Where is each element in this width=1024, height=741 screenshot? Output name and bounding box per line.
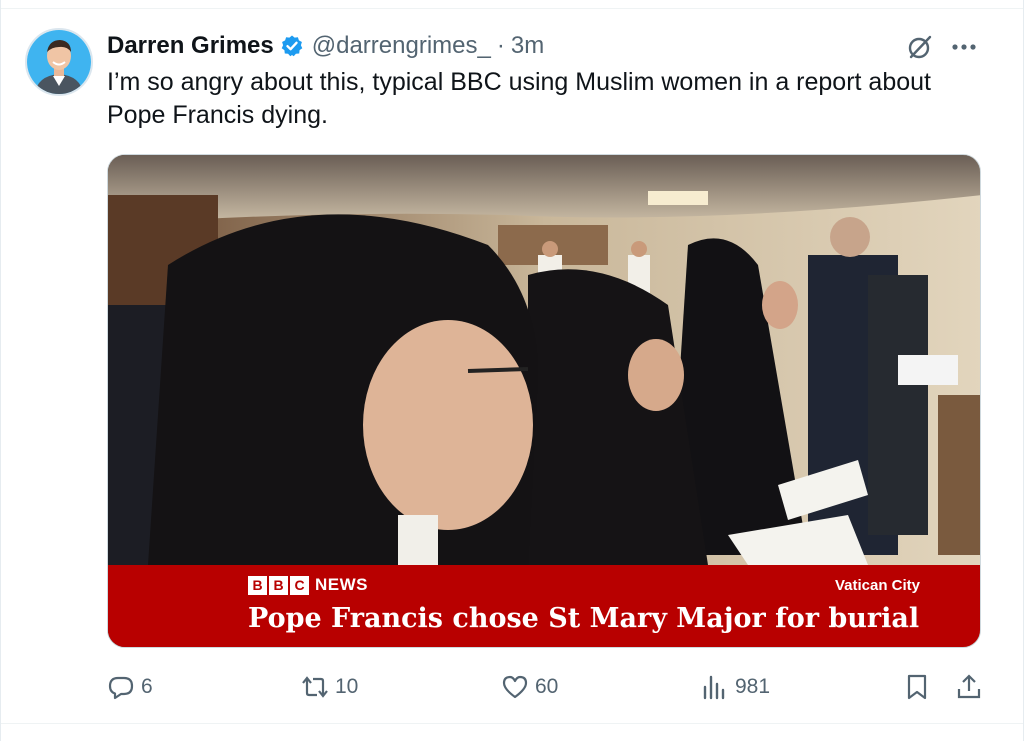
reply-button[interactable]: 6 (107, 670, 153, 704)
like-count: 60 (535, 675, 559, 698)
bookmark-icon (907, 674, 927, 700)
verified-badge-icon (280, 34, 304, 58)
repost-button[interactable]: 10 (301, 670, 358, 704)
tweet-card[interactable]: Darren Grimes @darrengrimes_ · 3m I’m so… (0, 0, 1024, 741)
like-button[interactable]: 60 (501, 670, 558, 704)
user-handle[interactable]: @darrengrimes_ (312, 32, 491, 60)
bbc-news-logo: B B C NEWS (248, 575, 368, 595)
reply-icon (108, 676, 134, 700)
display-name[interactable]: Darren Grimes (107, 32, 274, 60)
bbc-letter: B (248, 575, 267, 595)
views-button[interactable]: 981 (701, 670, 770, 704)
action-bar: 6 10 60 981 (107, 670, 981, 704)
share-icon (957, 674, 981, 699)
timestamp[interactable]: 3m (511, 32, 544, 60)
news-label: NEWS (315, 575, 368, 594)
share-button[interactable] (955, 670, 983, 704)
tweet-header: Darren Grimes @darrengrimes_ · 3m (107, 30, 544, 62)
tweet-media[interactable]: B B C NEWS Vatican City Pope Francis cho… (107, 154, 981, 648)
news-headline: Pope Francis chose St Mary Major for bur… (248, 603, 920, 634)
heart-icon (502, 675, 528, 699)
bbc-letter: B (269, 575, 288, 595)
views-icon (703, 675, 725, 700)
reply-count: 6 (141, 675, 153, 698)
bookmark-button[interactable] (903, 670, 931, 704)
avatar[interactable] (25, 28, 93, 96)
bbc-letter: C (290, 575, 309, 595)
more-icon[interactable] (949, 33, 979, 61)
grok-icon[interactable] (905, 32, 935, 62)
separator-dot: · (496, 32, 505, 59)
views-count: 981 (735, 675, 771, 698)
location-label: Vatican City (834, 577, 920, 594)
bottom-divider (1, 723, 1023, 724)
news-banner: B B C NEWS Vatican City Pope Francis cho… (108, 565, 980, 647)
repost-icon (302, 676, 328, 698)
tweet-text: I’m so angry about this, typical BBC usi… (107, 68, 931, 129)
repost-count: 10 (335, 675, 359, 698)
top-divider (1, 8, 1023, 9)
